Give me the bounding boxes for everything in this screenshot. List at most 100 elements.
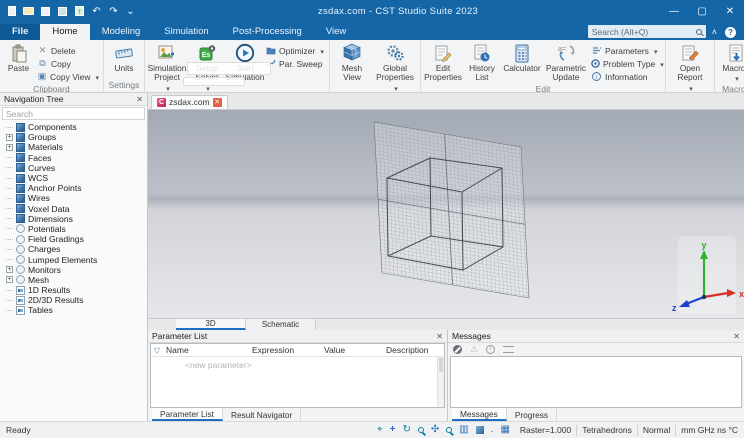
save-as-icon[interactable] <box>57 5 68 17</box>
units-button[interactable]: Units <box>106 42 142 73</box>
menu-tab-modeling[interactable]: Modeling <box>90 24 153 40</box>
paste-button[interactable]: Paste <box>2 42 35 73</box>
pan-view-icon[interactable]: ✣ <box>431 425 439 435</box>
status-raster[interactable]: Raster=1.000 <box>520 425 571 435</box>
messages-content[interactable] <box>450 356 742 408</box>
pick-point-icon[interactable]: ⌖ <box>377 425 383 435</box>
help-icon[interactable]: ? <box>725 27 736 38</box>
expand-icon[interactable]: + <box>6 266 13 274</box>
bottom-tab-result-navigator[interactable]: Result Navigator <box>223 408 302 421</box>
errors-filter-icon[interactable] <box>453 345 462 354</box>
tree-item-wires[interactable]: Wires <box>0 193 147 203</box>
tree-item-groups[interactable]: + Groups <box>0 132 147 142</box>
problem-type-button[interactable]: Problem Type <box>591 57 661 70</box>
info-filter-icon[interactable]: i <box>486 345 496 354</box>
nav-tree-close-icon[interactable]: ✕ <box>136 95 143 104</box>
tree-item-potentials[interactable]: Potentials <box>0 224 147 234</box>
document-tab-close-icon[interactable]: ✕ <box>212 97 222 107</box>
column-description[interactable]: Description <box>383 345 444 355</box>
expand-icon[interactable]: + <box>6 143 13 151</box>
export-icon[interactable]: ↑ <box>74 5 85 17</box>
new-parameter-row[interactable]: <new parameter> <box>151 357 444 370</box>
rotate-view-icon[interactable]: ↻ <box>402 425 410 435</box>
bottom-tab-progress[interactable]: Progress <box>507 408 558 421</box>
collapse-ribbon-icon[interactable]: ˄ <box>712 27 717 37</box>
status-units[interactable]: mm GHz ns °C <box>681 425 738 435</box>
redo-icon[interactable]: ↷ <box>108 5 119 17</box>
tree-item-monitors[interactable]: + Monitors <box>0 265 147 275</box>
maximize-button[interactable]: ▢ <box>688 0 716 22</box>
open-report-button[interactable]: Open Report <box>668 42 712 93</box>
menu-tab-simulation[interactable]: Simulation <box>152 24 220 40</box>
information-button[interactable]: i Information <box>591 70 661 83</box>
tree-item-field-gradings[interactable]: Field Gradings <box>0 234 147 244</box>
document-tab[interactable]: C zsdax.com ✕ <box>151 95 228 109</box>
column-expression[interactable]: Expression <box>249 345 321 355</box>
delete-button[interactable]: ✕ Delete <box>37 44 99 57</box>
nav-tree-search-input[interactable]: Search <box>2 107 145 120</box>
tree-item-2d-3d-results[interactable]: 2D/3D Results <box>0 295 147 305</box>
tree-item-materials[interactable]: + Materials <box>0 142 147 152</box>
mesh-view-button[interactable]: Mesh View <box>332 42 372 83</box>
copy-view-button[interactable]: ▣ Copy View <box>37 70 99 83</box>
tree-item-components[interactable]: Components <box>0 122 147 132</box>
edit-properties-button[interactable]: Edit Properties <box>423 42 463 83</box>
minimize-button[interactable]: — <box>660 0 688 22</box>
parametric-update-button[interactable]: a= Parametric Update <box>543 42 589 83</box>
global-search-input[interactable]: Search (Alt+Q) <box>587 25 706 38</box>
parameter-table-scrollbar[interactable] <box>437 357 444 407</box>
macros-button[interactable]: Macros <box>717 42 744 83</box>
undo-icon[interactable]: ↶ <box>91 5 102 17</box>
raster-icon[interactable]: ▦ <box>500 425 509 435</box>
bounding-box-icon[interactable] <box>475 426 484 434</box>
move-icon[interactable]: + <box>390 425 396 435</box>
optimizer-button[interactable]: Optimizer <box>265 44 325 57</box>
tree-item-wcs[interactable]: WCS <box>0 173 147 183</box>
tree-item-charges[interactable]: Charges <box>0 244 147 254</box>
tree-item-anchor-points[interactable]: Anchor Points <box>0 183 147 193</box>
menu-tab-file[interactable]: File <box>0 24 41 40</box>
column-value[interactable]: Value <box>321 345 383 355</box>
new-file-icon[interactable] <box>6 5 17 17</box>
expand-icon[interactable]: + <box>6 133 13 141</box>
parameter-list-close-icon[interactable]: ✕ <box>436 332 443 341</box>
zoom-window-icon[interactable] <box>417 427 424 433</box>
open-file-icon[interactable] <box>23 5 34 17</box>
tree-item-mesh[interactable]: + Mesh <box>0 275 147 285</box>
status-view-mode[interactable]: Normal <box>643 425 670 435</box>
tree-item-dimensions[interactable]: Dimensions <box>0 214 147 224</box>
menu-tab-post-processing[interactable]: Post-Processing <box>221 24 314 40</box>
status-mesh-type[interactable]: Tetrahedrons <box>582 425 632 435</box>
clipping-plane-icon[interactable]: ▥ <box>459 425 468 435</box>
qat-customize-icon[interactable]: ⌄ <box>125 5 136 17</box>
filter-icon[interactable]: ▽ <box>151 346 163 355</box>
zoom-icon[interactable] <box>446 427 453 433</box>
column-name[interactable]: Name <box>163 345 249 355</box>
messages-close-icon[interactable]: ✕ <box>733 332 740 341</box>
viewport-tab-3d[interactable]: 3D <box>176 319 246 330</box>
search-icon[interactable] <box>695 28 702 35</box>
save-icon[interactable] <box>40 5 51 17</box>
tree-item-faces[interactable]: Faces <box>0 153 147 163</box>
tree-item-lumped-elements[interactable]: Lumped Elements <box>0 254 147 265</box>
viewport-tab-schematic[interactable]: Schematic <box>246 319 316 330</box>
tree-item-1d-results[interactable]: 1D Results <box>0 285 147 295</box>
global-properties-button[interactable]: Global Properties <box>372 42 418 93</box>
par-sweep-button[interactable]: Par. Sweep <box>265 57 325 70</box>
history-list-button[interactable]: History List <box>463 42 501 83</box>
parameters-button[interactable]: Parameters <box>591 44 661 57</box>
copy-button[interactable]: ⧉ Copy <box>37 57 99 70</box>
menu-tab-view[interactable]: View <box>314 24 358 40</box>
tree-item-tables[interactable]: Tables <box>0 305 147 315</box>
tree-item-voxel-data[interactable]: Voxel Data <box>0 204 147 214</box>
tree-item-curves[interactable]: Curves <box>0 163 147 173</box>
3d-viewport[interactable]: y x z <box>148 110 744 318</box>
simulation-project-button[interactable]: Simulation Project <box>147 42 187 93</box>
warnings-filter-icon[interactable]: ⚠ <box>470 345 478 354</box>
bottom-tab-messages[interactable]: Messages <box>452 408 507 421</box>
calculator-button[interactable]: Calculator <box>501 42 543 73</box>
message-list-icon[interactable] <box>503 346 515 353</box>
menu-tab-home[interactable]: Home <box>40 24 90 40</box>
more-tools-icon[interactable]: . <box>491 425 494 435</box>
bottom-tab-parameter-list[interactable]: Parameter List <box>152 408 223 421</box>
